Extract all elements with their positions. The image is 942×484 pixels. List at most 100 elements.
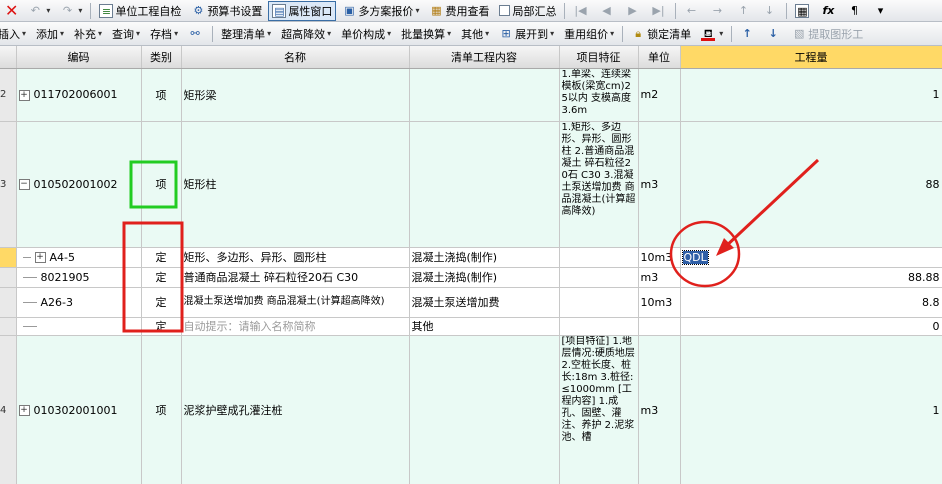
type-cell[interactable]: 项	[141, 335, 182, 484]
qty-cell[interactable]: 88	[680, 121, 942, 248]
first-button[interactable]: |◀	[569, 1, 593, 21]
name-cell[interactable]: 泥浆护壁成孔灌注桩	[181, 335, 410, 484]
organize-list-button[interactable]: 整理清单 ▾	[217, 24, 275, 44]
code-cell[interactable]: +010302001001	[16, 335, 142, 484]
qty-cell[interactable]: 1	[680, 68, 942, 122]
redo-button[interactable]: ↷ ▾	[56, 1, 86, 21]
property-window-button[interactable]: ▤ 属性窗口	[268, 0, 337, 21]
over-height-button[interactable]: 超高降效 ▾	[277, 24, 335, 44]
undo-button[interactable]: ↶ ▾	[24, 1, 54, 21]
budget-settings-button[interactable]: ⚙ 预算书设置	[187, 1, 266, 21]
unit-cell[interactable]	[638, 317, 681, 336]
type-cell[interactable]: 定	[141, 317, 182, 336]
feature-cell[interactable]: 1.矩形、多边形、异形、圆形柱 2.普通商品混凝土 碎石粒径20石 C30 3.…	[559, 121, 639, 248]
unit-check-button[interactable]: ≡ 单位工程自检	[95, 1, 185, 21]
table-row[interactable]: 2 +011702006001 项 矩形梁 1.单梁、连续梁模板(梁宽cm)25…	[0, 68, 942, 122]
name-header[interactable]: 名称	[181, 46, 410, 69]
regroup-button[interactable]: 重用组价 ▾	[560, 24, 618, 44]
table-row[interactable]: + A4-5 定 矩形、多边形、异形、圆形柱 混凝土浇捣(制作) 10m3 QDL	[0, 247, 942, 268]
move-down-button[interactable]: ↓	[758, 1, 782, 21]
expand-to-button[interactable]: ⊞ 展开到 ▾	[495, 24, 558, 44]
unit-header[interactable]: 单位	[638, 46, 681, 69]
feature-cell[interactable]	[559, 267, 639, 288]
content-cell[interactable]	[409, 68, 560, 122]
collapse-icon[interactable]: −	[18, 179, 30, 190]
add-button[interactable]: 添加 ▾	[32, 24, 68, 44]
feature-cell[interactable]	[559, 287, 639, 318]
code-cell[interactable]: A26-3	[16, 287, 142, 318]
name-cell[interactable]: 矩形梁	[181, 68, 410, 122]
code-cell[interactable]: +011702006001	[16, 68, 142, 122]
type-cell[interactable]: 定	[141, 247, 182, 268]
table-row[interactable]: A26-3 定 混凝土泵送增加费 商品混凝土(计算超高降效) 混凝土泵送增加费 …	[0, 287, 942, 318]
content-cell[interactable]: 其他	[409, 317, 560, 336]
calculator-button[interactable]: ▦	[791, 1, 815, 21]
name-cell[interactable]: 混凝土泵送增加费 商品混凝土(计算超高降效)	[181, 287, 410, 318]
paint-bucket-button[interactable]: ⛾ ▾	[697, 24, 727, 44]
last-button[interactable]: ▶|	[647, 1, 671, 21]
unit-cell[interactable]: 10m3	[638, 287, 681, 318]
table-row[interactable]: 4 +010302001001 项 泥浆护壁成孔灌注桩 [项目特征] 1.地层情…	[0, 335, 942, 484]
partial-summary-button[interactable]: 局部汇总	[495, 1, 560, 21]
qty-cell[interactable]: 8.8	[680, 287, 942, 318]
fee-view-button[interactable]: ▦ 费用查看	[425, 1, 493, 21]
expand-icon[interactable]: +	[34, 252, 46, 263]
binoculars-button[interactable]: ⚯	[184, 24, 208, 44]
type-cell[interactable]: 定	[141, 267, 182, 288]
code-cell[interactable]	[16, 317, 142, 336]
unit-cell[interactable]: m3	[638, 335, 681, 484]
content-cell[interactable]	[409, 121, 560, 248]
next-button[interactable]: ▶	[621, 1, 645, 21]
content-cell[interactable]: 混凝土浇捣(制作)	[409, 267, 560, 288]
name-cell[interactable]: 矩形、多边形、异形、圆形柱	[181, 247, 410, 268]
formula-button[interactable]: fx	[817, 1, 841, 21]
prev-button[interactable]: ◀	[595, 1, 619, 21]
code-header[interactable]: 编码	[16, 46, 142, 69]
feature-cell[interactable]	[559, 247, 639, 268]
qty-cell[interactable]: QDL	[680, 247, 942, 268]
code-cell[interactable]: −010502001002	[16, 121, 142, 248]
table-row[interactable]: 定 自动提示：请输入名称简称 其他 0	[0, 317, 942, 336]
extract-graphic-button[interactable]: ▧ 提取图形工	[788, 24, 867, 44]
expand-icon[interactable]: +	[18, 405, 30, 416]
move-left-button[interactable]: ←	[680, 1, 704, 21]
feature-cell[interactable]: [项目特征] 1.地层情况:硬质地层 2.空桩长度、桩长:18m 3.桩径:≤1…	[559, 335, 639, 484]
content-cell[interactable]: 混凝土泵送增加费	[409, 287, 560, 318]
move-right-button[interactable]: →	[706, 1, 730, 21]
code-cell[interactable]: + A4-5	[16, 247, 142, 268]
content-cell[interactable]	[409, 335, 560, 484]
qty-cell[interactable]: 0	[680, 317, 942, 336]
delete-button[interactable]: ✕	[1, 1, 22, 21]
qty-editor-text[interactable]: QDL	[681, 249, 709, 265]
paragraph-button[interactable]: ¶	[843, 1, 867, 21]
code-cell[interactable]: 8021905	[16, 267, 142, 288]
type-cell[interactable]: 定	[141, 287, 182, 318]
price-compose-button[interactable]: 单价构成 ▾	[337, 24, 395, 44]
table-row[interactable]: 8021905 定 普通商品混凝土 碎石粒径20石 C30 混凝土浇捣(制作) …	[0, 267, 942, 288]
more-button[interactable]: ▾	[869, 1, 893, 21]
supplement-button[interactable]: 补充 ▾	[70, 24, 106, 44]
type-cell[interactable]: 项	[141, 68, 182, 122]
unit-cell[interactable]: m2	[638, 68, 681, 122]
unit-cell[interactable]: m3	[638, 121, 681, 248]
move-up-button[interactable]: ↑	[732, 1, 756, 21]
multi-quote-button[interactable]: ▣ 多方案报价 ▾	[338, 1, 423, 21]
feature-cell[interactable]	[559, 317, 639, 336]
lock-list-button[interactable]: 🔒︎ 锁定清单	[627, 24, 695, 44]
name-cell[interactable]: 自动提示：请输入名称简称	[181, 317, 410, 336]
qty-cell[interactable]: 1	[680, 335, 942, 484]
expand-icon[interactable]: +	[18, 89, 30, 101]
store-button[interactable]: 存档 ▾	[146, 24, 182, 44]
query-button[interactable]: 查询 ▾	[108, 24, 144, 44]
type-header[interactable]: 类别	[141, 46, 182, 69]
name-cell[interactable]: 矩形柱	[181, 121, 410, 248]
other-button[interactable]: 其他 ▾	[457, 24, 493, 44]
content-header[interactable]: 清单工程内容	[409, 46, 560, 69]
feature-header[interactable]: 项目特征	[559, 46, 639, 69]
insert-button[interactable]: 插入 ▾	[0, 24, 30, 44]
content-cell[interactable]: 混凝土浇捣(制作)	[409, 247, 560, 268]
qty-cell[interactable]: 88.88	[680, 267, 942, 288]
qty-header[interactable]: 工程量	[680, 46, 942, 69]
type-cell[interactable]: 项	[141, 121, 182, 248]
table-row[interactable]: 3 −010502001002 项 矩形柱 1.矩形、多边形、异形、圆形柱 2.…	[0, 121, 942, 248]
